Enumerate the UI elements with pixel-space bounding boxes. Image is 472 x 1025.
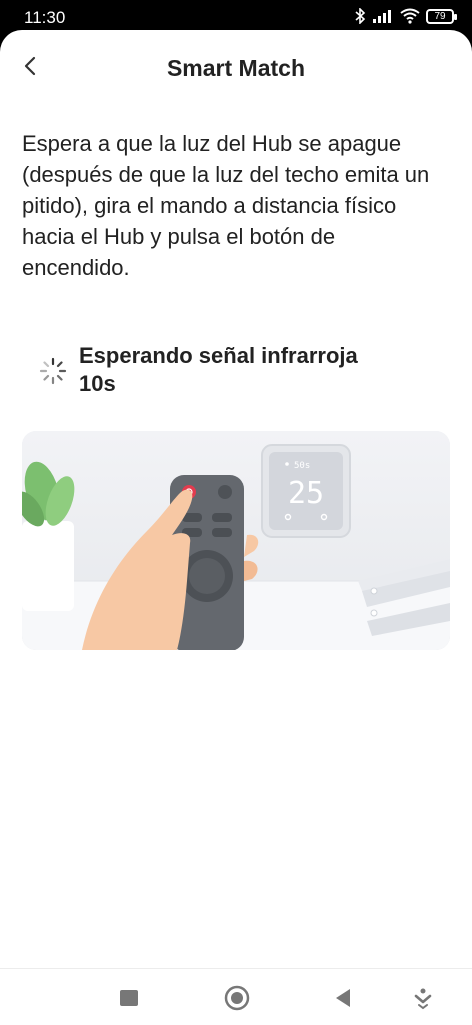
- hub-device: 50s 25: [261, 444, 351, 538]
- pairing-illustration: 50s 25: [22, 431, 450, 650]
- header: Smart Match: [0, 30, 472, 100]
- square-icon: [120, 990, 138, 1006]
- status-icons: 79: [354, 8, 457, 24]
- hub-temperature-display: 25: [288, 476, 324, 511]
- nav-back-button[interactable]: [328, 983, 358, 1013]
- main-sheet: Smart Match Espera a que la luz del Hub …: [0, 30, 472, 1025]
- remote-hub-illustration: 50s 25: [22, 431, 450, 650]
- battery-level: 79: [434, 10, 446, 22]
- battery-icon: 79: [426, 8, 457, 24]
- home-button[interactable]: [222, 983, 252, 1013]
- waiting-label-block: Esperando señal infrarroja 10s: [79, 342, 358, 398]
- hub-small-display: 50s: [294, 461, 310, 471]
- recent-apps-button[interactable]: [114, 983, 144, 1013]
- accessibility-button[interactable]: [408, 983, 438, 1013]
- signal-icon: [373, 10, 391, 23]
- bluetooth-icon: [355, 8, 366, 24]
- triangle-back-icon: [336, 989, 350, 1007]
- status-bar: 11:30 79: [0, 0, 472, 34]
- down-arrow-icon: [414, 988, 432, 1010]
- instruction-text: Espera a que la luz del Hub se apague (d…: [22, 131, 430, 280]
- plant-decoration: [22, 461, 75, 611]
- waiting-status: Esperando señal infrarroja 10s: [38, 342, 358, 398]
- navigation-bar: [0, 968, 472, 1025]
- circle-icon: [224, 985, 250, 1011]
- wifi-icon: [400, 8, 420, 24]
- status-time: 11:30: [24, 8, 66, 27]
- page-title: Smart Match: [166, 55, 306, 81]
- loading-spinner-icon: [39, 357, 67, 385]
- waiting-countdown: 10s: [79, 371, 116, 396]
- waiting-label: Esperando señal infrarroja: [79, 343, 358, 368]
